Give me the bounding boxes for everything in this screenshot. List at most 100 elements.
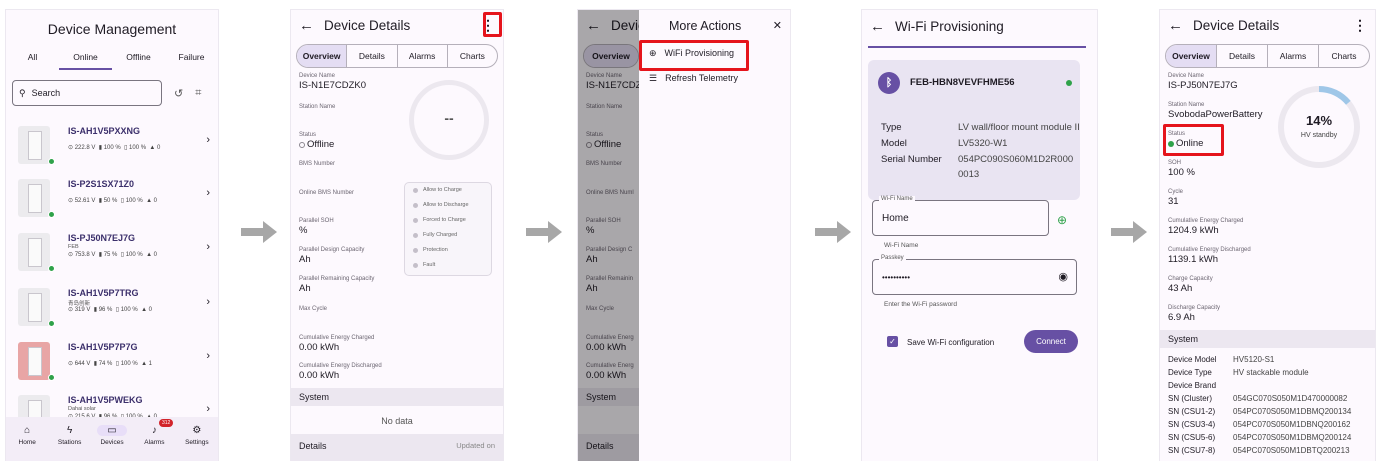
back-icon[interactable]: ← xyxy=(1168,17,1183,34)
voltage-icon: ⊙ xyxy=(68,145,75,151)
tab-alarms[interactable]: Alarms xyxy=(398,45,448,67)
system-row: SN (Cluster) 054GC070S050M1D470000082 xyxy=(1168,394,1348,403)
list-item[interactable]: IS-AH1V5P7P7G ⊙ 644 V ▮ 74 % ▯ 100 % ▲ 1 › xyxy=(12,338,212,388)
tab-charts[interactable]: Charts xyxy=(1319,45,1369,67)
parallel-soh-value: % xyxy=(299,225,308,237)
system-row: Device Model HV5120-S1 xyxy=(1168,355,1275,364)
online-dot-icon xyxy=(48,265,55,272)
highlight-box xyxy=(639,40,749,71)
energy-charged-value: 0.00 kWh xyxy=(299,342,340,354)
legend-item: Forced to Charge xyxy=(405,213,491,228)
close-icon[interactable]: ✕ xyxy=(773,19,782,32)
flow-arrow-icon xyxy=(241,221,277,243)
device-name: IS-AH1V5PXXNG xyxy=(68,126,141,136)
system-row: SN (CSU5-6) 054PC070S050M1DBMQ200124 xyxy=(1168,433,1352,442)
status-value: Offline xyxy=(299,139,334,150)
flow-arrow-icon xyxy=(1111,221,1147,243)
home-icon: ⌂ xyxy=(24,425,31,436)
highlight-box xyxy=(483,12,502,37)
refresh-icon: ☰ xyxy=(649,72,658,83)
tab-offline[interactable]: Offline xyxy=(112,48,165,70)
alarm-icon: ▲ xyxy=(146,198,154,204)
battery-image xyxy=(18,179,50,217)
parallel-soh-label: Parallel SOH xyxy=(299,218,334,224)
system-row: SN (CSU7-8) 054PC070S050M1DBTQ200213 xyxy=(1168,446,1350,455)
detail-tabs: Overview Details Alarms Charts xyxy=(296,44,498,68)
flow-arrow-icon xyxy=(815,221,851,243)
no-data-text: No data xyxy=(381,416,413,426)
gauge-state: HV standby xyxy=(1300,132,1338,139)
alarm-badge: 312 xyxy=(159,419,174,427)
history-icon[interactable]: ↺ xyxy=(174,87,183,100)
search-input[interactable]: ⚲ Search xyxy=(12,80,162,106)
chevron-right-icon: › xyxy=(206,350,210,362)
tab-online[interactable]: Online xyxy=(59,48,112,70)
legend-item: Fault xyxy=(405,258,491,273)
chevron-right-icon: › xyxy=(206,134,210,146)
alarm-icon: ▲ xyxy=(146,252,154,258)
connect-button[interactable]: Connect xyxy=(1024,330,1078,353)
tab-alarms[interactable]: Alarms xyxy=(1268,45,1319,67)
nav-home[interactable]: ⌂ Home xyxy=(6,417,48,461)
device-name-value: IS-N1E7CDZK0 xyxy=(299,80,367,92)
online-bms-label: Online BMS Number xyxy=(299,190,355,196)
voltage-icon: ⊙ xyxy=(68,198,75,204)
energy-discharged-value: 0.00 kWh xyxy=(299,370,340,382)
remaining-capacity-value: Ah xyxy=(299,283,311,295)
globe-icon[interactable]: ⊕ xyxy=(1057,213,1067,227)
device-id: FEB-HBN8VEVFHME56 xyxy=(910,77,1015,88)
connected-dot-icon xyxy=(1066,80,1072,86)
more-options-icon[interactable]: ⋮ xyxy=(1353,17,1367,34)
device-name-value: IS-PJ50N7EJ7G xyxy=(1168,80,1238,92)
design-capacity-label: Parallel Design Capacity xyxy=(299,247,365,253)
tab-all[interactable]: All xyxy=(6,48,59,70)
device-name: IS-P2S1SX71Z0 xyxy=(68,179,135,189)
more-actions-screen: ← Devic Overview Device Name IS-N1E7CDZ S… xyxy=(578,10,790,461)
list-item[interactable]: IS-P2S1SX71Z0 ⊙ 52.61 V ▮ 50 % ▯ 100 % ▲ … xyxy=(12,175,212,225)
tab-charts[interactable]: Charts xyxy=(448,45,497,67)
alarm-icon: ▲ xyxy=(141,361,149,367)
device-subtitle: FEB xyxy=(68,244,79,250)
alarm-icon: ▲ xyxy=(149,145,157,151)
chevron-right-icon: › xyxy=(206,187,210,199)
nav-stations[interactable]: ϟ Stations xyxy=(48,417,90,461)
system-row: Device Brand xyxy=(1168,381,1217,390)
battery-image xyxy=(18,126,50,164)
settings-icon: ⚙ xyxy=(192,425,202,436)
scan-icon[interactable]: ⌗ xyxy=(195,87,201,100)
list-item[interactable]: IS-PJ50N7EJ7G FEB ⊙ 753.8 V ▮ 75 % ▯ 100 %… xyxy=(12,229,212,279)
app-bar: ← Wi-Fi Provisioning xyxy=(862,10,1097,42)
dim-overlay[interactable] xyxy=(578,10,640,461)
flow-arrow-icon xyxy=(526,221,562,243)
station-name-value: SvobodaPowerBattery xyxy=(1168,109,1263,121)
max-cycle-label: Max Cycle xyxy=(299,306,328,312)
device-stats: ⊙ 753.8 V ▮ 75 % ▯ 100 % ▲ 0 xyxy=(68,252,158,258)
voltage-icon: ⊙ xyxy=(68,361,75,367)
menu-title: More Actions xyxy=(669,19,742,33)
tab-overview[interactable]: Overview xyxy=(297,45,348,67)
tab-details[interactable]: Details xyxy=(347,45,398,67)
tab-failure[interactable]: Failure xyxy=(165,48,218,70)
save-config-checkbox[interactable]: ✓ xyxy=(887,336,898,347)
back-icon[interactable]: ← xyxy=(870,18,885,35)
gauge-value: -- xyxy=(444,110,454,126)
gauge-percent: 14% xyxy=(1305,113,1333,128)
nav-devices[interactable]: ▭ Devices xyxy=(91,417,133,461)
device-stats: ⊙ 222.8 V ▮ 100 % ▯ 100 % ▲ 0 xyxy=(68,145,161,151)
nav-settings[interactable]: ⚙ Settings xyxy=(176,417,218,461)
page-title: Wi-Fi Provisioning xyxy=(895,18,1004,34)
system-row: SN (CSU3-4) 054PC070S050M1DBNQ200162 xyxy=(1168,420,1351,429)
visibility-off-icon[interactable]: ◉ xyxy=(1058,270,1068,283)
online-dot-icon xyxy=(48,158,55,165)
app-bar: ← Device Details ⋮ xyxy=(291,10,503,40)
passkey-helper: Enter the Wi-Fi password xyxy=(884,301,957,308)
tab-details[interactable]: Details xyxy=(1217,45,1268,67)
remaining-capacity-label: Parallel Remaining Capacity xyxy=(299,276,375,282)
back-icon[interactable]: ← xyxy=(299,17,314,34)
list-item[interactable]: IS-AH1V5P7TRG 青岛创新 ⊙ 319 V ▮ 96 % ▯ 100 % … xyxy=(12,284,212,334)
list-item[interactable]: IS-AH1V5PXXNG ⊙ 222.8 V ▮ 100 % ▯ 100 % ▲… xyxy=(12,122,212,172)
passkey-input[interactable]: Passkey •••••••••• ◉ xyxy=(872,255,1077,295)
online-dot-icon xyxy=(48,374,55,381)
wifi-name-input[interactable]: Wi-Fi Name Home xyxy=(872,196,1049,236)
tab-overview[interactable]: Overview xyxy=(1166,45,1217,67)
